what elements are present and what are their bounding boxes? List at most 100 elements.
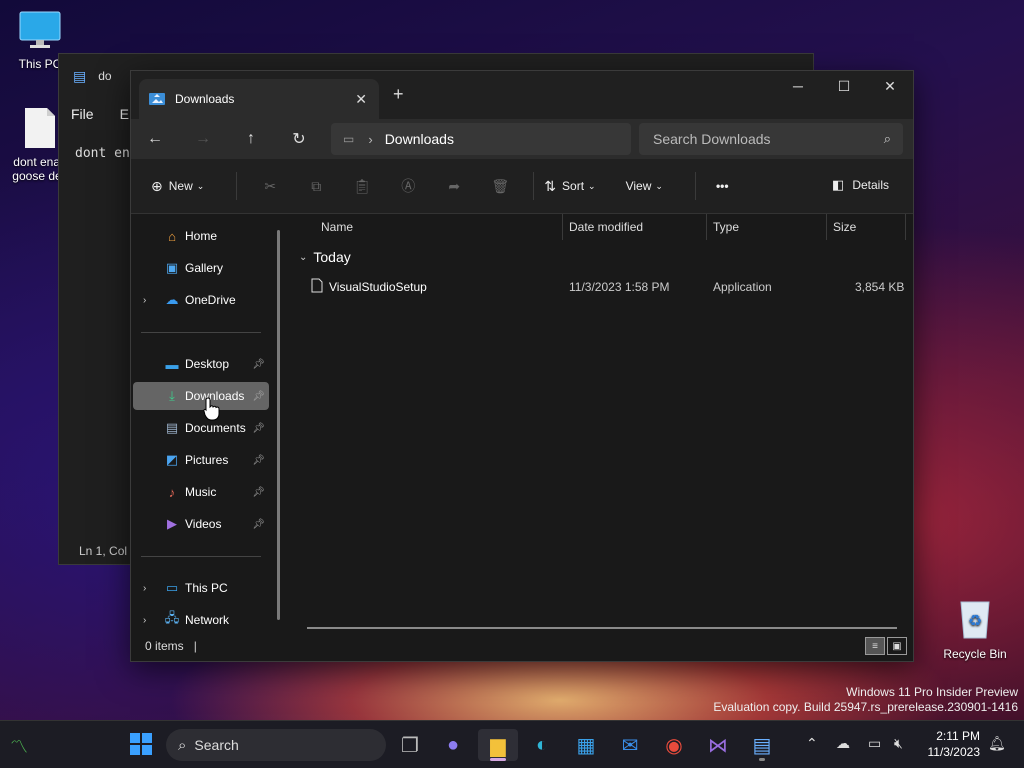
clock-date: 11/3/2023	[927, 745, 981, 759]
recycle-bin-icon: ♻	[960, 601, 990, 639]
new-button[interactable]: ⊕ New ⌄	[151, 178, 204, 195]
pin-icon[interactable]: 📌︎	[252, 519, 265, 530]
chevron-right-icon[interactable]: ›	[143, 615, 146, 626]
store-icon[interactable]: ▦	[566, 729, 606, 761]
visual-studio-icon[interactable]: ⋈	[698, 729, 738, 761]
column-header-date-modified[interactable]: Date modified	[569, 220, 643, 234]
chevron-up-icon[interactable]: ⌃	[806, 735, 818, 752]
table-row[interactable]: VisualStudioSetup 11/3/2023 1:58 PM Appl…	[289, 276, 913, 298]
sidebar-item-music[interactable]: ♪ Music 📌︎	[133, 478, 269, 506]
chevron-right-icon[interactable]: ›	[143, 583, 146, 594]
file-explorer-window[interactable]: Downloads ✕ + ─ ☐ ✕ ← → ↑ ↻ ▭ › Download…	[130, 70, 914, 662]
paste-icon[interactable]: 📋︎	[339, 178, 385, 195]
chevron-right-icon[interactable]: ›	[368, 132, 372, 147]
chrome-icon[interactable]: ◉	[654, 729, 694, 761]
maximize-icon[interactable]: ☐	[821, 71, 867, 101]
divider	[141, 332, 261, 333]
sidebar-item-home[interactable]: ⌂ Home	[133, 222, 269, 250]
column-header-name[interactable]: Name	[321, 220, 353, 234]
notepad-menu-file[interactable]: File	[71, 106, 94, 122]
sidebar-item-label: Home	[185, 229, 218, 243]
videos-icon: ▶	[167, 516, 177, 531]
desktop-icon-recycle-bin[interactable]: ♻ Recycle Bin	[935, 596, 1015, 661]
notepad-taskbar-icon[interactable]: ▤	[742, 729, 782, 761]
notepad-menu-edit[interactable]: E	[120, 106, 129, 122]
mail-icon[interactable]: ✉	[610, 729, 650, 761]
sidebar-item-videos[interactable]: ▶ Videos 📌︎	[133, 510, 269, 538]
sidebar-item-gallery[interactable]: ▣ Gallery	[133, 254, 269, 282]
sidebar-item-label: Pictures	[185, 453, 229, 467]
forward-arrow-icon[interactable]: →	[179, 130, 227, 148]
start-button[interactable]	[130, 733, 152, 755]
up-arrow-icon[interactable]: ↑	[227, 130, 275, 148]
column-divider[interactable]	[905, 214, 906, 240]
close-tab-icon[interactable]: ✕	[355, 91, 367, 108]
sidebar-item-label: Music	[185, 485, 217, 499]
horizontal-scrollbar[interactable]	[307, 627, 897, 629]
volume-muted-icon[interactable]: 🔇︎	[894, 735, 903, 752]
column-divider[interactable]	[706, 214, 707, 240]
more-options-button[interactable]: •••	[716, 179, 729, 193]
refresh-icon[interactable]: ↻	[275, 129, 323, 149]
details-view-icon[interactable]: ≡	[865, 637, 885, 655]
tab-title: Downloads	[175, 92, 235, 106]
taskbar-search[interactable]: ⌕ Search	[166, 729, 386, 761]
sidebar-item-documents[interactable]: ▤ Documents 📌︎	[133, 414, 269, 442]
details-button[interactable]: ◧ Details	[832, 177, 889, 193]
minimize-icon[interactable]: ─	[775, 71, 821, 101]
chevron-down-icon: ⌄	[299, 251, 308, 263]
search-icon: ⌕	[178, 736, 187, 754]
sidebar-item-desktop[interactable]: ▬ Desktop 📌︎	[133, 350, 269, 378]
sidebar-item-downloads[interactable]: ⤓ Downloads 📌︎	[133, 382, 269, 410]
sidebar-item-pictures[interactable]: ◩ Pictures 📌︎	[133, 446, 269, 474]
sidebar-item-this-pc[interactable]: › ▭ This PC	[133, 574, 269, 602]
cut-icon[interactable]: ✂	[247, 178, 293, 195]
status-divider: |	[193, 639, 197, 653]
sort-button[interactable]: ⇅ Sort ⌄	[544, 178, 595, 195]
command-bar: ⊕ New ⌄ ✂ ⧉ 📋︎ Ⓐ ➦ 🗑︎ ⇅ Sort ⌄ View ⌄ ••…	[131, 159, 913, 214]
pin-icon[interactable]: 📌︎	[252, 391, 265, 402]
copy-icon[interactable]: ⧉	[293, 178, 339, 195]
address-bar[interactable]: ▭ › Downloads	[331, 123, 631, 155]
clock[interactable]: 2:11 PM 11/3/2023	[928, 728, 981, 760]
notepad-tab-title[interactable]: do	[98, 69, 111, 83]
home-icon: ⌂	[168, 228, 176, 244]
column-divider[interactable]	[826, 214, 827, 240]
file-explorer-taskbar-icon[interactable]: ▆	[478, 729, 518, 761]
column-header-size[interactable]: Size	[833, 220, 856, 234]
pin-icon[interactable]: 📌︎	[252, 423, 265, 434]
sidebar-item-label: Gallery	[185, 261, 224, 275]
explorer-titlebar[interactable]: Downloads ✕ + ─ ☐ ✕	[131, 71, 913, 119]
sidebar-item-network[interactable]: › 🖧︎ Network	[133, 606, 269, 634]
search-input[interactable]: Search Downloads ⌕	[639, 123, 903, 155]
delete-icon[interactable]: 🗑︎	[477, 178, 523, 195]
share-icon[interactable]: ➦	[431, 178, 477, 195]
new-tab-icon[interactable]: +	[393, 84, 404, 105]
start-logo-tile	[142, 745, 152, 755]
column-header-type[interactable]: Type	[713, 220, 739, 234]
close-icon[interactable]: ✕	[867, 71, 913, 101]
network-icon[interactable]: ▭	[868, 735, 881, 752]
notification-bell-icon[interactable]: 🔔︎	[988, 735, 1006, 752]
tab-downloads[interactable]: Downloads ✕	[139, 79, 379, 119]
sidebar-item-onedrive[interactable]: › ☁ OneDrive	[133, 286, 269, 314]
group-header-today[interactable]: ⌄ Today	[299, 249, 351, 265]
view-button[interactable]: View ⌄	[626, 179, 663, 193]
edge-icon[interactable]: ◐	[522, 729, 562, 761]
onedrive-offline-icon[interactable]: ☁	[836, 735, 850, 752]
widgets-icon[interactable]: 〽	[10, 733, 28, 759]
network-icon: 🖧︎	[164, 610, 180, 625]
chevron-right-icon[interactable]: ›	[143, 295, 146, 306]
pin-icon[interactable]: 📌︎	[252, 487, 265, 498]
column-divider[interactable]	[562, 214, 563, 240]
file-date: 11/3/2023 1:58 PM	[569, 280, 670, 294]
pin-icon[interactable]: 📌︎	[252, 359, 265, 370]
rename-icon[interactable]: Ⓐ	[385, 176, 431, 196]
tiles-view-icon[interactable]: ▣	[887, 637, 907, 655]
back-arrow-icon[interactable]: ←	[131, 130, 179, 148]
chat-icon[interactable]: ●	[433, 729, 473, 761]
breadcrumb[interactable]: Downloads	[385, 131, 454, 147]
sidebar-scrollbar[interactable]	[277, 230, 280, 620]
pin-icon[interactable]: 📌︎	[252, 455, 265, 466]
task-view-icon[interactable]: ❐	[390, 729, 430, 761]
